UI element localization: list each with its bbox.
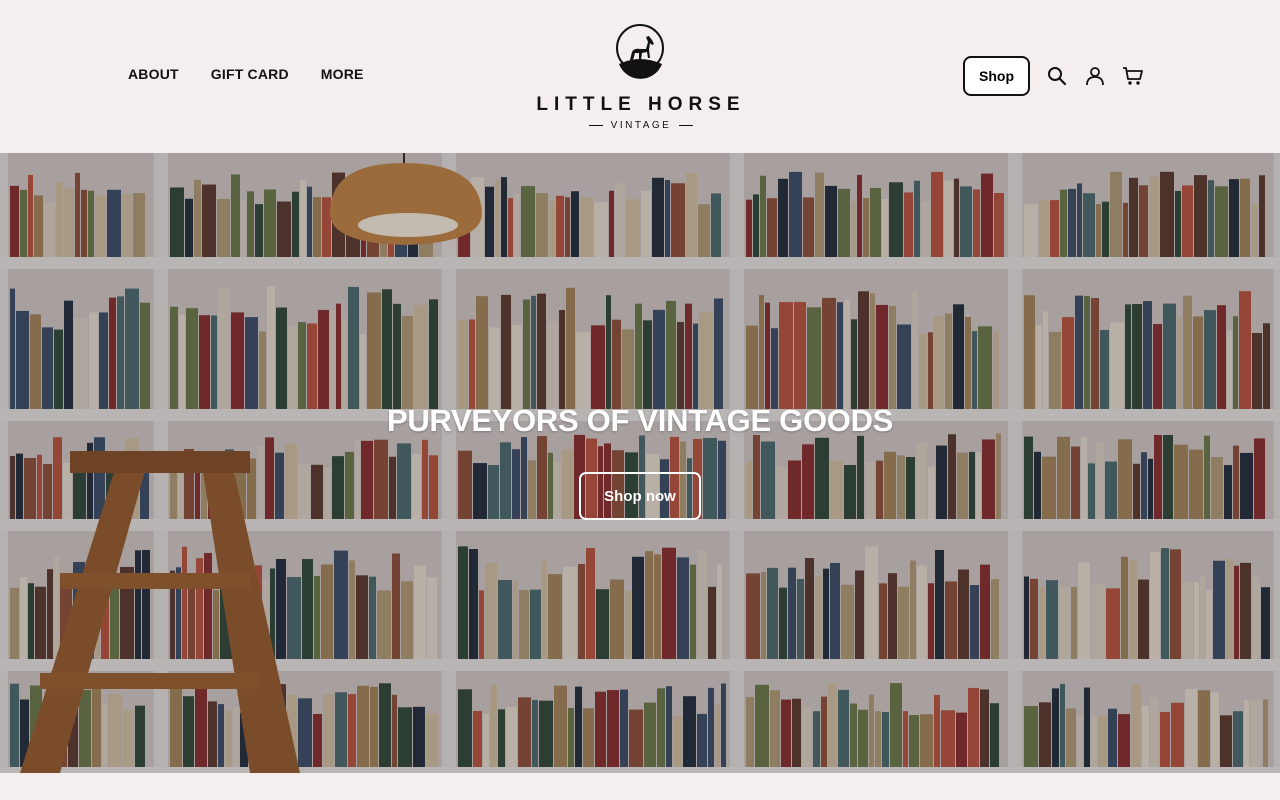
- logo-sub-text: VINTAGE: [536, 120, 746, 131]
- nav-gift-card-link[interactable]: GIFT CARD: [211, 66, 289, 82]
- search-icon[interactable]: [1046, 65, 1068, 87]
- hero-title: PURVEYORS OF VINTAGE GOODS: [386, 403, 894, 438]
- hero-banner: PURVEYORS OF VINTAGE GOODS Shop now: [0, 153, 1280, 773]
- nav-about-link[interactable]: ABOUT: [128, 66, 179, 82]
- header-actions: Shop: [963, 56, 1144, 96]
- primary-nav: ABOUT GIFT CARD MORE: [128, 66, 364, 82]
- account-icon[interactable]: [1084, 65, 1106, 87]
- shop-now-button[interactable]: Shop now: [579, 472, 701, 520]
- hero-overlay: [0, 153, 1280, 773]
- site-logo[interactable]: LITTLE HORSE VINTAGE: [536, 22, 746, 132]
- site-header: ABOUT GIFT CARD MORE LITTLE HORSE VINTAG…: [0, 0, 1280, 153]
- horse-icon: [616, 24, 664, 79]
- cart-icon[interactable]: [1122, 65, 1144, 87]
- nav-more-link[interactable]: MORE: [321, 66, 364, 82]
- shop-button[interactable]: Shop: [963, 56, 1030, 96]
- page-bottom-strip: [0, 773, 1280, 800]
- logo-brand-text: LITTLE HORSE: [536, 94, 746, 115]
